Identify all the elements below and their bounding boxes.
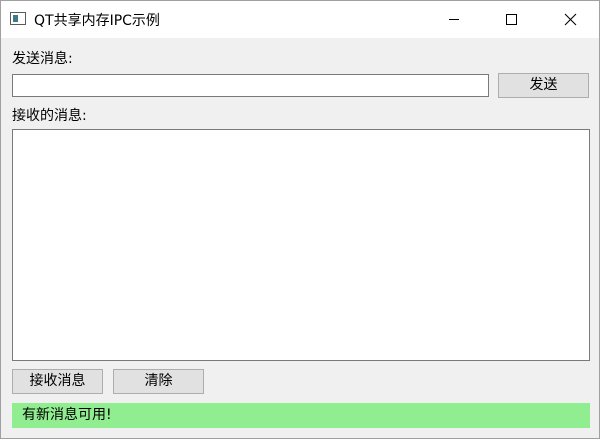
maximize-button[interactable] [489, 1, 535, 38]
received-messages-textarea[interactable] [12, 129, 590, 361]
app-window-icon [10, 12, 26, 25]
send-message-input[interactable] [12, 74, 489, 97]
title-bar[interactable]: QT共享内存IPC示例 [1, 1, 599, 38]
send-button[interactable]: 发送 [498, 73, 589, 98]
close-icon [564, 13, 577, 26]
receive-message-button[interactable]: 接收消息 [12, 369, 103, 394]
window-title: QT共享内存IPC示例 [34, 13, 160, 29]
minimize-icon [449, 19, 459, 20]
received-messages-label: 接收的消息: [12, 108, 87, 124]
minimize-button[interactable] [431, 1, 477, 38]
app-window: QT共享内存IPC示例 发送消息: 发送 接收的消息: 接收消息 清除 有新消息… [0, 0, 600, 439]
clear-button[interactable]: 清除 [113, 369, 204, 394]
maximize-icon [506, 14, 517, 25]
send-message-label: 发送消息: [12, 51, 73, 67]
status-message: 有新消息可用! [12, 403, 590, 428]
close-button[interactable] [547, 1, 593, 38]
